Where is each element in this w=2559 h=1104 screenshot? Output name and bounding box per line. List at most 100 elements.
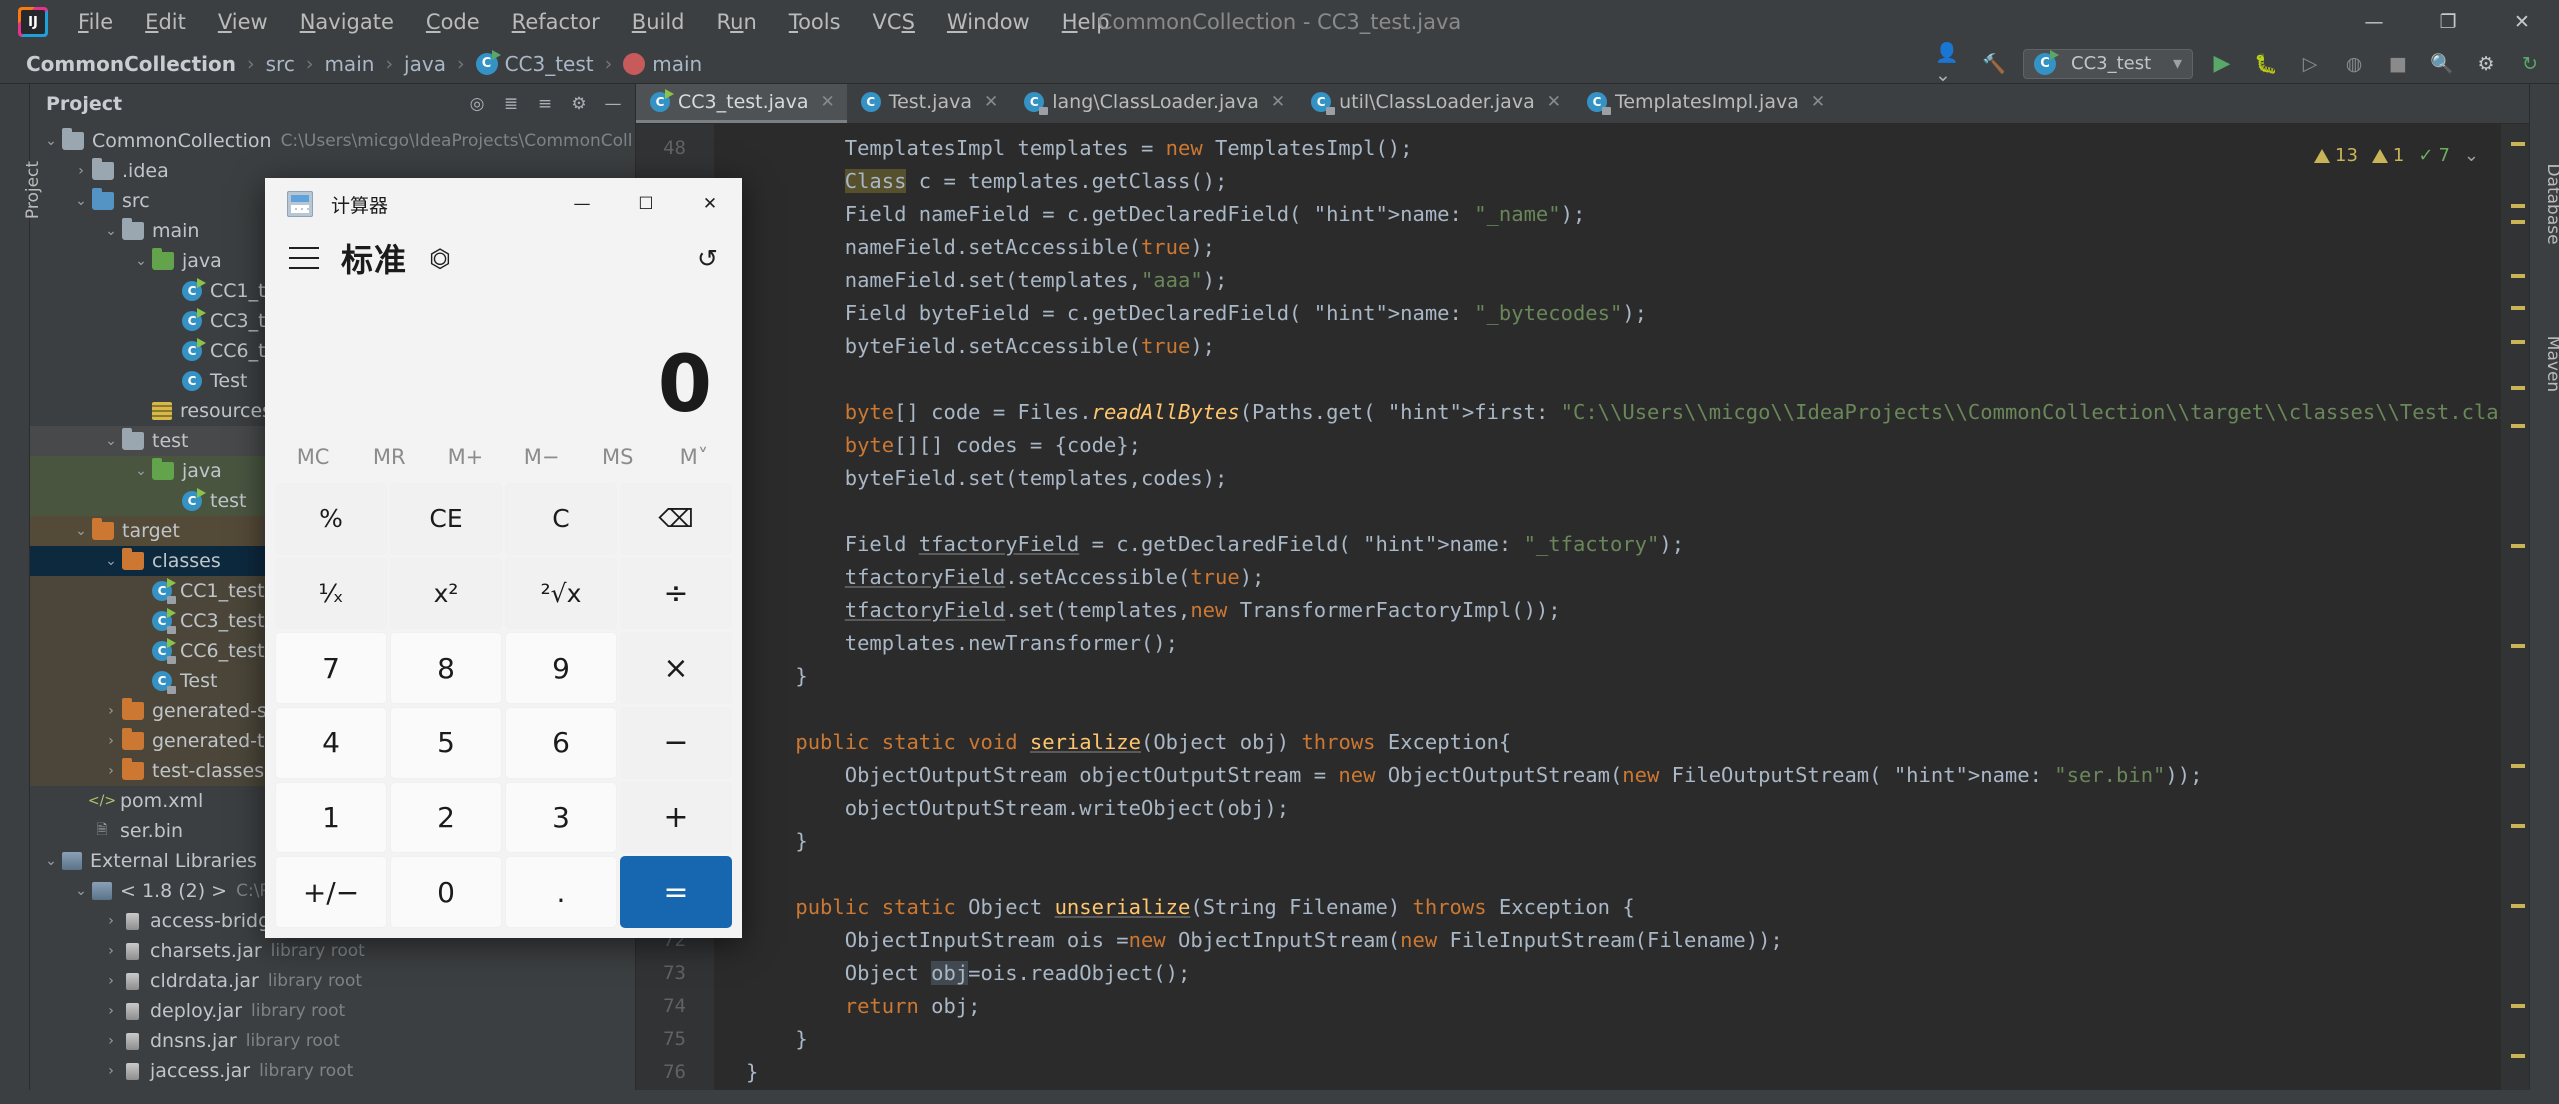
code-line[interactable]: tfactoryField.set(templates,new Transfor… (746, 594, 2501, 627)
tree-expander-icon[interactable]: ⌄ (100, 223, 122, 239)
stop-icon[interactable]: ■ (2383, 49, 2413, 79)
code-line[interactable]: TemplatesImpl templates = new TemplatesI… (746, 132, 2501, 165)
menu-file[interactable]: File (62, 6, 129, 38)
calc-key-three[interactable]: 3 (505, 781, 617, 854)
code-line[interactable]: byteField.set(templates,codes); (746, 462, 2501, 495)
code-line[interactable] (746, 363, 2501, 396)
menu-view[interactable]: View (202, 6, 284, 38)
hide-panel-icon[interactable]: — (599, 90, 627, 118)
tree-expander-icon[interactable]: ⌄ (130, 463, 152, 479)
code-line[interactable]: templates.newTransformer(); (746, 627, 2501, 660)
source-code[interactable]: TemplatesImpl templates = new TemplatesI… (714, 124, 2501, 1090)
tree-item[interactable]: › dnsns.jar library root (30, 1026, 635, 1056)
settings-gear-icon[interactable]: ⚙ (565, 90, 593, 118)
memory-button-m[interactable]: M− (504, 445, 580, 469)
code-line[interactable]: } (746, 1056, 2501, 1089)
editor-tab-bar[interactable]: C CC3_test.java ✕ C Test.java ✕ C lang\C… (636, 84, 2529, 124)
code-line[interactable]: public static void serialize(Object obj)… (746, 726, 2501, 759)
debug-icon[interactable]: 🐛 (2251, 49, 2281, 79)
warning-count[interactable]: 13 (2314, 145, 2358, 166)
calc-key-square[interactable]: x² (390, 557, 502, 630)
menu-edit[interactable]: Edit (129, 6, 202, 38)
tree-expander-icon[interactable]: › (100, 1003, 122, 1019)
code-editor[interactable]: 48 72 73 74 75 76 TemplatesImpl templates = … (636, 124, 2529, 1090)
calculator-minimize-button[interactable]: — (550, 178, 614, 230)
code-line[interactable]: Class c = templates.getClass(); (746, 165, 2501, 198)
run-coverage-icon[interactable]: ▷ (2295, 49, 2325, 79)
code-line[interactable]: } (746, 660, 2501, 693)
tool-window-button-database[interactable]: Database (2543, 149, 2559, 259)
menu-refactor[interactable]: Refactor (496, 6, 616, 38)
close-icon[interactable]: ✕ (820, 92, 834, 112)
menu-window[interactable]: Window (931, 6, 1046, 38)
menu-navigate[interactable]: Navigate (284, 6, 410, 38)
calc-key-equals[interactable]: = (620, 856, 732, 928)
breadcrumb-method[interactable]: main (623, 52, 702, 76)
code-line[interactable]: nameField.setAccessible(true); (746, 231, 2501, 264)
calc-key-reciprocal[interactable]: ¹⁄ₓ (275, 557, 387, 630)
tree-item[interactable]: › cldrdata.jar library root (30, 966, 635, 996)
window-close-button[interactable]: ✕ (2485, 0, 2559, 44)
memory-button-m[interactable]: M+ (427, 445, 503, 469)
tree-expander-icon[interactable]: › (100, 703, 122, 719)
menu-code[interactable]: Code (410, 6, 496, 38)
tree-expander-icon[interactable]: › (70, 163, 92, 179)
calc-key-six[interactable]: 6 (505, 706, 617, 779)
code-line[interactable] (746, 495, 2501, 528)
code-line[interactable]: return obj; (746, 990, 2501, 1023)
typo-count[interactable]: ✓ 7 (2418, 145, 2450, 166)
tree-expander-icon[interactable]: ⌄ (40, 853, 62, 869)
code-line[interactable]: ObjectInputStream ois =new ObjectInputSt… (746, 924, 2501, 957)
calculator-keypad[interactable]: % CE C ⌫ ¹⁄ₓ x² ²√x ÷ 7 8 9 × 4 5 6− 1 2 3 + +/− 0. = (265, 480, 742, 938)
code-line[interactable]: tfactoryField.setAccessible(true); (746, 561, 2501, 594)
target-icon[interactable]: ◎ (463, 90, 491, 118)
close-icon[interactable]: ✕ (1547, 92, 1561, 112)
tree-expander-icon[interactable]: › (100, 763, 122, 779)
code-line[interactable]: nameField.set(templates,"aaa"); (746, 264, 2501, 297)
code-line[interactable]: Object obj=ois.readObject(); (746, 957, 2501, 990)
tree-expander-icon[interactable]: ⌄ (100, 433, 122, 449)
breadcrumb-java[interactable]: java (404, 52, 446, 76)
tree-expander-icon[interactable]: › (100, 1063, 122, 1079)
hamburger-icon[interactable] (289, 247, 319, 269)
run-icon[interactable]: ▶ (2207, 49, 2237, 79)
calc-key-clear-entry[interactable]: CE (390, 483, 502, 555)
menu-vcs[interactable]: VCS (857, 6, 931, 38)
tree-expander-icon[interactable]: › (100, 973, 122, 989)
menu-run[interactable]: Run (701, 6, 773, 38)
calc-key-clear[interactable]: C (505, 483, 617, 555)
code-line[interactable]: Field byteField = c.getDeclaredField( "h… (746, 297, 2501, 330)
updates-icon[interactable]: ↻ (2515, 49, 2545, 79)
run-configuration-selector[interactable]: C CC3_test ▾ (2023, 48, 2193, 79)
build-hammer-icon[interactable]: 🔨 (1979, 49, 2009, 79)
calc-key-seven[interactable]: 7 (275, 632, 387, 704)
code-line[interactable] (746, 693, 2501, 726)
tree-expander-icon[interactable]: › (100, 913, 122, 929)
editor-tab[interactable]: C CC3_test.java ✕ (636, 84, 847, 123)
history-icon[interactable]: ↺ (697, 244, 718, 273)
account-icon[interactable]: 👤⌄ (1935, 42, 1965, 86)
close-icon[interactable]: ✕ (1271, 92, 1285, 112)
calc-key-percent[interactable]: % (275, 483, 387, 555)
tree-expander-icon[interactable]: ⌄ (100, 553, 122, 569)
expand-icon[interactable]: ≡ (531, 90, 559, 118)
inspection-widget[interactable]: 13 1 ✓ 7 ⌄ (2314, 145, 2479, 166)
code-line[interactable]: Field tfactoryField = c.getDeclaredField… (746, 528, 2501, 561)
tree-item[interactable]: › deploy.jar library root (30, 996, 635, 1026)
editor-tab[interactable]: C Test.java ✕ (847, 84, 1011, 123)
code-line[interactable]: objectOutputStream.writeObject(obj); (746, 792, 2501, 825)
calc-key-decimal[interactable]: . (505, 856, 617, 928)
calc-key-multiply[interactable]: × (620, 632, 732, 704)
calculator-window[interactable]: 计算器 — ☐ ✕ 标准 ⏣ ↺ 0 MC MR M+ M− MS M˅ % CE C ⌫ ¹⁄ₓ… (265, 178, 742, 938)
tool-window-button-project[interactable]: Project (23, 135, 43, 245)
tree-expander-icon[interactable]: › (100, 943, 122, 959)
close-icon[interactable]: ✕ (1811, 92, 1825, 112)
memory-button-mr[interactable]: MR (351, 445, 427, 469)
calc-key-square-root[interactable]: ²√x (505, 557, 617, 630)
keep-on-top-icon[interactable]: ⏣ (429, 244, 451, 273)
code-line[interactable]: ObjectOutputStream objectOutputStream = … (746, 759, 2501, 792)
editor-tab[interactable]: C TemplatesImpl.java ✕ (1573, 84, 1837, 123)
tree-expander-icon[interactable]: › (100, 1033, 122, 1049)
calc-key-two[interactable]: 2 (390, 781, 502, 854)
code-line[interactable]: } (746, 825, 2501, 858)
